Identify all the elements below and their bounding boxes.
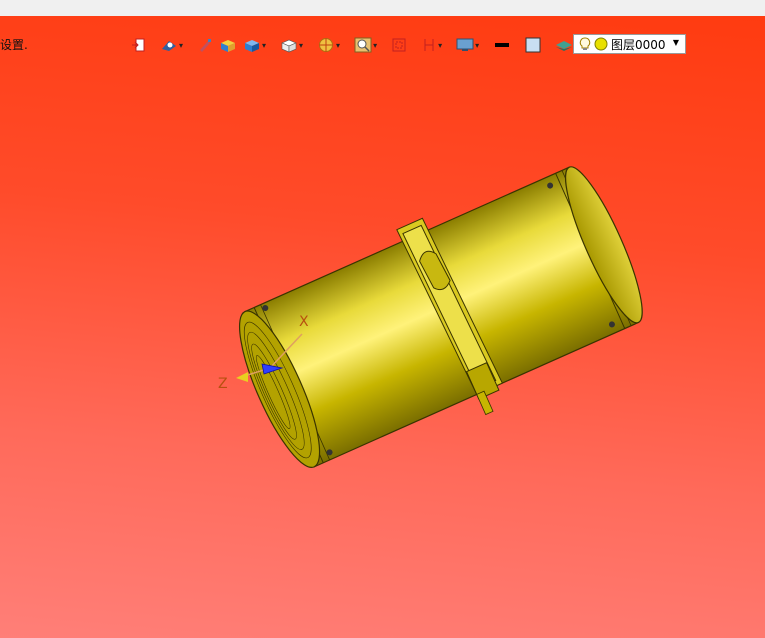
blue-box-icon <box>245 40 260 52</box>
display-icon <box>456 38 474 51</box>
chevron-down-icon: ▾ <box>179 40 184 50</box>
chevron-down-icon: ▾ <box>475 40 480 50</box>
section-button[interactable]: ▾ <box>315 35 342 55</box>
chevron-down-icon: ▾ <box>373 40 378 50</box>
zoom-button[interactable]: ▾ <box>352 35 379 55</box>
chevron-down-icon: ▾ <box>299 40 304 50</box>
display-button[interactable]: ▾ <box>454 35 481 55</box>
chevron-down-icon: ▾ <box>262 40 267 50</box>
clip-icon <box>424 39 434 51</box>
generator-model[interactable] <box>220 148 664 496</box>
chevron-down-icon: ▾ <box>438 40 443 50</box>
axis-z-label: Z <box>218 376 228 392</box>
layer-selector[interactable]: 图层0000 ▼ <box>573 34 686 54</box>
layer-stack-icon <box>556 41 573 51</box>
shaded-box-button[interactable] <box>217 35 239 55</box>
pen-icon <box>200 39 212 52</box>
white-cube-icon <box>281 39 297 53</box>
fill-color-icon <box>525 37 541 53</box>
pen-button[interactable] <box>195 35 215 55</box>
exit-button[interactable] <box>128 35 148 55</box>
fit-icon <box>392 38 406 52</box>
title-strip <box>0 0 765 17</box>
section-icon <box>319 38 334 52</box>
chevron-down-icon[interactable]: ▼ <box>673 38 679 47</box>
exit-icon <box>132 38 145 52</box>
fill-color-button[interactable] <box>523 35 543 55</box>
chevron-down-icon: ▾ <box>336 40 341 50</box>
layer-color-dot-icon[interactable] <box>594 37 608 51</box>
line-color-button[interactable] <box>491 35 513 55</box>
fit-button[interactable] <box>389 35 409 55</box>
view-toolbar: ▾ ▾ ▾ ▾ ▾ ▾ ▾ <box>128 34 580 56</box>
shaded-box-icon <box>221 40 236 52</box>
zoom-icon <box>354 37 372 53</box>
lightbulb-icon[interactable] <box>579 37 591 51</box>
side-label: 设置. <box>0 38 28 52</box>
3d-viewport[interactable]: X Z 设置. ▾ ▾ ▾ ▾ ▾ ▾ ▾ 图层0000 ▼ <box>0 16 765 638</box>
view-orient-button[interactable]: ▾ <box>158 35 185 55</box>
white-cube-button[interactable]: ▾ <box>278 35 305 55</box>
line-color-icon <box>495 43 510 47</box>
view-orient-icon <box>162 41 176 51</box>
blue-box-button[interactable]: ▾ <box>241 35 268 55</box>
layer-name: 图层0000 <box>611 37 666 52</box>
clip-button[interactable]: ▾ <box>419 35 444 55</box>
model-scene[interactable]: X Z <box>0 16 765 638</box>
axis-x-label: X <box>299 314 309 330</box>
